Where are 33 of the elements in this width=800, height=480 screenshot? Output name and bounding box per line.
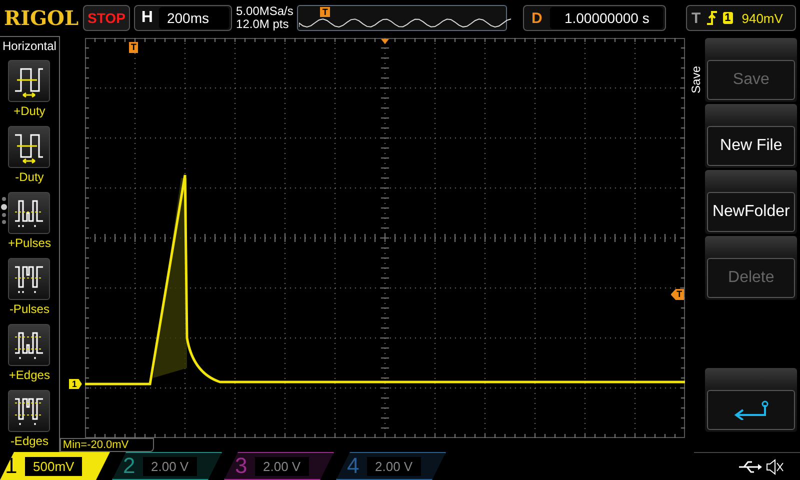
channel-scale: 2.00 V [367, 456, 421, 476]
trigger-level[interactable]: 940mV [742, 10, 783, 26]
trigger-source: 1 [722, 12, 733, 24]
channel-scale: 2.00 V [255, 456, 309, 476]
back-button[interactable] [707, 390, 796, 430]
channel-tab[interactable]: 4 2.00 V [336, 452, 446, 480]
center-marker-icon [380, 39, 389, 44]
channel-marker[interactable]: 1 [68, 379, 82, 389]
menu-title: Save [689, 66, 704, 94]
sample-rate: 5.00MSa/s [236, 5, 294, 18]
menu-button[interactable]: NewFolder [707, 192, 796, 232]
channel-number: 4 [347, 453, 360, 479]
timebase-value[interactable]: 200ms [158, 7, 230, 29]
usb-icon [738, 460, 762, 474]
speaker-muted-icon [766, 458, 784, 474]
measurement-readout: Min=-20.0mV [60, 438, 154, 452]
rising-edge-icon [706, 10, 718, 26]
horizontal-label: H [140, 9, 154, 27]
channel-number: 2 [123, 453, 136, 479]
channel-tab[interactable]: 2 2.00 V [112, 452, 222, 480]
channel-scale: 2.00 V [143, 456, 197, 476]
run-stop-button[interactable]: STOP [82, 5, 130, 31]
trigger-label: T [691, 10, 701, 26]
trigger-position-marker: T [320, 7, 330, 17]
delay-value[interactable]: 1.00000000 s [550, 7, 664, 29]
menu-button[interactable]: New File [707, 126, 796, 166]
memory-depth: 12.0M pts [236, 18, 290, 31]
delay-label: D [530, 10, 544, 26]
brand-logo: RIGOL [4, 6, 79, 30]
channel-number: 3 [235, 453, 248, 479]
menu-title: Horizontal [2, 38, 56, 54]
channel-tab[interactable]: 3 2.00 V [224, 452, 334, 480]
channel-scale: 500mV [25, 456, 82, 476]
